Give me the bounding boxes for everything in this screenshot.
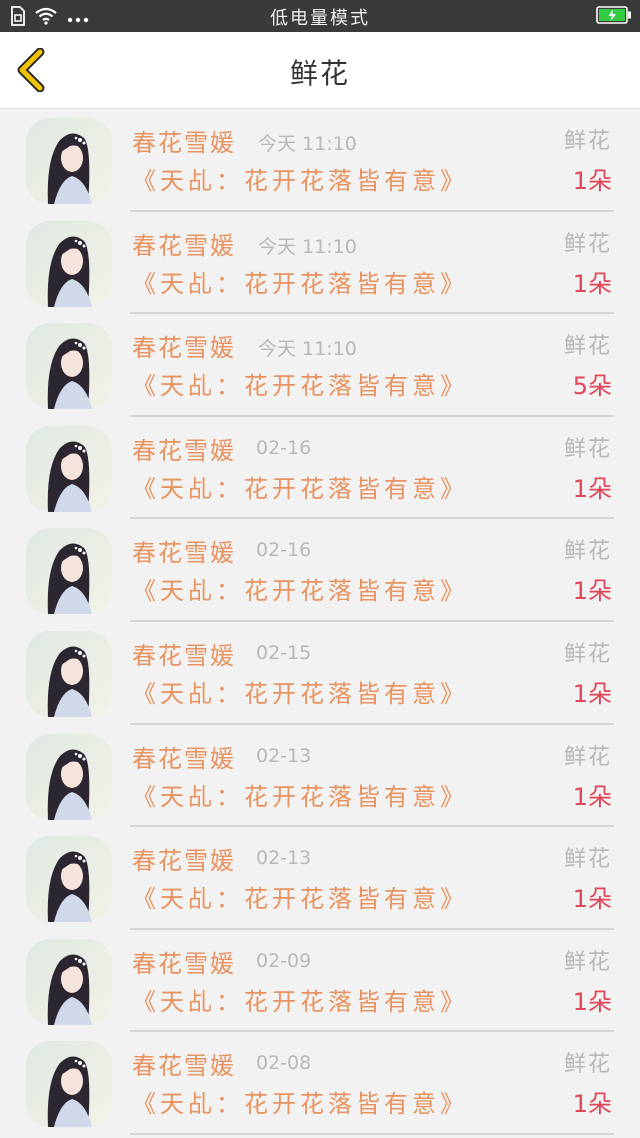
avatar[interactable] — [26, 1041, 112, 1128]
avatar[interactable] — [26, 118, 112, 204]
gift-count: 1朵 — [572, 885, 612, 914]
sender-name: 春花雪媛 — [132, 949, 236, 978]
gift-time: 02-13 — [256, 847, 312, 870]
gift-type: 鲜花 — [563, 539, 612, 565]
avatar[interactable] — [26, 733, 112, 820]
avatar[interactable] — [26, 323, 112, 410]
gift-list-item[interactable]: 春花雪媛 02-16 鲜花 《天乩：花开花落皆有意》 1朵 — [0, 519, 640, 622]
book-title[interactable]: 《天乩：花开花落皆有意》 — [132, 366, 468, 401]
gift-time: 02-16 — [256, 436, 312, 459]
gift-count: 1朵 — [572, 987, 612, 1016]
gift-count: 1朵 — [572, 577, 612, 606]
gift-list-item[interactable]: 春花雪媛 02-13 鲜花 《天乩：花开花落皆有意》 1朵 — [0, 827, 640, 930]
avatar[interactable] — [26, 425, 112, 512]
book-title[interactable]: 《天乩：花开花落皆有意》 — [132, 469, 468, 504]
avatar[interactable] — [26, 220, 112, 307]
gift-count: 5朵 — [572, 372, 612, 401]
user-portrait-image — [26, 630, 112, 717]
gift-count: 1朵 — [572, 782, 612, 811]
user-portrait-image — [26, 323, 112, 410]
gift-count: 1朵 — [572, 269, 612, 298]
sender-name: 春花雪媛 — [132, 1052, 236, 1081]
gift-count: 1朵 — [572, 1090, 612, 1119]
gift-time: 02-09 — [256, 949, 312, 972]
book-title[interactable]: 《天乩：花开花落皆有意》 — [132, 879, 468, 914]
gift-count: 1朵 — [572, 474, 612, 503]
book-title[interactable]: 《天乩：花开花落皆有意》 — [132, 264, 468, 299]
gift-type: 鲜花 — [563, 744, 612, 770]
gift-type: 鲜花 — [563, 641, 612, 667]
gift-type: 鲜花 — [563, 949, 612, 975]
sender-name: 春花雪媛 — [132, 231, 236, 260]
gift-count: 1朵 — [572, 679, 612, 708]
avatar[interactable] — [26, 836, 112, 923]
book-title[interactable]: 《天乩：花开花落皆有意》 — [132, 1084, 468, 1119]
sender-name: 春花雪媛 — [132, 744, 236, 773]
gift-type: 鲜花 — [563, 129, 612, 154]
battery-charging-icon — [596, 6, 632, 24]
gift-type: 鲜花 — [563, 847, 612, 873]
avatar[interactable] — [26, 938, 112, 1025]
gift-time: 今天 11:10 — [258, 235, 357, 258]
status-bar: 低电量模式 — [0, 0, 640, 32]
user-portrait-image — [26, 938, 112, 1025]
gift-list-item[interactable]: 春花雪媛 02-09 鲜花 《天乩：花开花落皆有意》 1朵 — [0, 930, 640, 1033]
gift-type: 鲜花 — [563, 436, 612, 462]
gift-count: 1朵 — [572, 167, 612, 195]
gift-type: 鲜花 — [563, 1052, 612, 1078]
divider — [130, 1132, 614, 1135]
user-portrait-image — [26, 118, 112, 204]
avatar[interactable] — [26, 630, 112, 717]
gift-time: 02-08 — [256, 1052, 312, 1075]
gift-list-item[interactable]: 春花雪媛 02-15 鲜花 《天乩：花开花落皆有意》 1朵 — [0, 622, 640, 725]
book-title[interactable]: 《天乩：花开花落皆有意》 — [132, 982, 468, 1017]
gift-list: 春花雪媛 今天 11:10 鲜花 《天乩：花开花落皆有意》 1朵 春花雪媛 今天… — [0, 109, 640, 1135]
gift-list-item[interactable]: 春花雪媛 今天 11:10 鲜花 《天乩：花开花落皆有意》 1朵 — [0, 109, 640, 212]
user-portrait-image — [26, 733, 112, 820]
gift-list-item[interactable]: 春花雪媛 02-13 鲜花 《天乩：花开花落皆有意》 1朵 — [0, 725, 640, 828]
gift-time: 02-16 — [256, 539, 312, 562]
book-title[interactable]: 《天乩：花开花落皆有意》 — [132, 777, 468, 812]
gift-time: 今天 11:10 — [258, 133, 357, 155]
sender-name: 春花雪媛 — [132, 436, 236, 465]
gift-list-item[interactable]: 春花雪媛 今天 11:10 鲜花 《天乩：花开花落皆有意》 1朵 — [0, 212, 640, 315]
sender-name: 春花雪媛 — [132, 334, 236, 363]
page-title: 鲜花 — [289, 57, 350, 90]
gift-type: 鲜花 — [563, 334, 612, 360]
gift-time: 02-15 — [256, 641, 312, 664]
book-title[interactable]: 《天乩：花开花落皆有意》 — [132, 571, 468, 606]
gift-list-item[interactable]: 春花雪媛 02-16 鲜花 《天乩：花开花落皆有意》 1朵 — [0, 417, 640, 520]
user-portrait-image — [26, 836, 112, 923]
book-title[interactable]: 《天乩：花开花落皆有意》 — [132, 161, 468, 196]
user-portrait-image — [26, 425, 112, 512]
gift-list-item[interactable]: 春花雪媛 02-08 鲜花 《天乩：花开花落皆有意》 1朵 — [0, 1032, 640, 1135]
book-title[interactable]: 《天乩：花开花落皆有意》 — [132, 674, 468, 709]
user-portrait-image — [26, 220, 112, 307]
avatar[interactable] — [26, 528, 112, 615]
sender-name: 春花雪媛 — [132, 539, 236, 568]
sender-name: 春花雪媛 — [132, 129, 236, 157]
sender-name: 春花雪媛 — [132, 641, 236, 670]
gift-list-item[interactable]: 春花雪媛 今天 11:10 鲜花 《天乩：花开花落皆有意》 5朵 — [0, 314, 640, 417]
gift-time: 02-13 — [256, 744, 312, 767]
user-portrait-image — [26, 528, 112, 615]
nav-header: 鲜花 — [0, 32, 640, 109]
gift-type: 鲜花 — [563, 231, 612, 257]
user-portrait-image — [26, 1041, 112, 1128]
status-bar-title: 低电量模式 — [270, 8, 370, 29]
sender-name: 春花雪媛 — [132, 847, 236, 876]
gift-time: 今天 11:10 — [258, 338, 357, 361]
